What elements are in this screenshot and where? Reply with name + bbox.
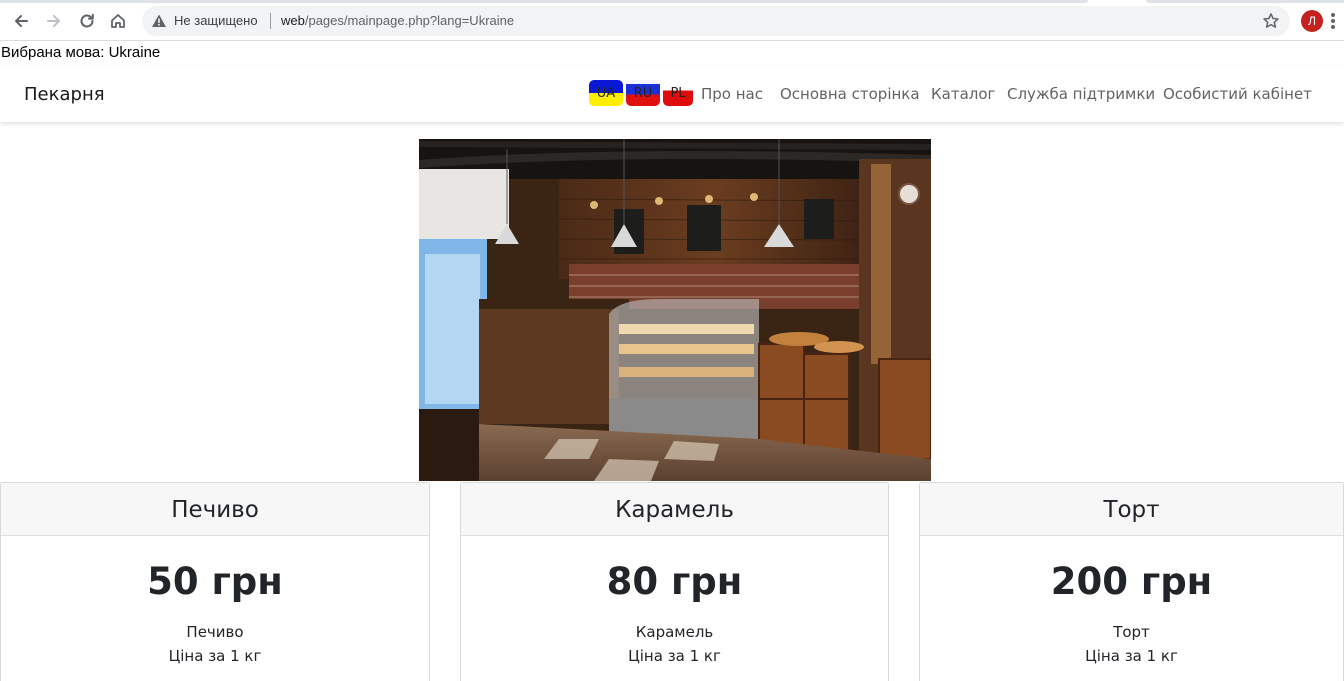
flag-ru-button[interactable]: RU <box>626 80 660 106</box>
back-icon[interactable] <box>9 9 33 33</box>
product-card-2: Торт 200 грн Торт Ціна за 1 кг <box>919 482 1344 681</box>
product-card-header: Торт <box>920 483 1343 536</box>
product-card-0: Печиво 50 грн Печиво Ціна за 1 кг <box>0 482 430 681</box>
nav-link-support[interactable]: Служба підтримки <box>1007 84 1155 104</box>
profile-avatar[interactable]: Л <box>1301 10 1323 32</box>
browser-menu-icon[interactable] <box>1331 13 1335 29</box>
product-card-header: Карамель <box>461 483 888 536</box>
home-icon[interactable] <box>106 9 130 33</box>
product-card-1: Карамель 80 грн Карамель Ціна за 1 кг <box>460 482 889 681</box>
tab-strip <box>0 0 1088 3</box>
selected-language-text: Вибрана мова: Ukraine <box>1 44 161 61</box>
flag-ua-button[interactable]: UA <box>589 80 623 106</box>
tab-strip-right <box>1146 0 1344 3</box>
product-card-header: Печиво <box>1 483 429 536</box>
product-price: 200 грн <box>1050 560 1213 603</box>
security-status[interactable]: Не защищено <box>174 13 258 29</box>
url-path: /pages/mainpage.php?lang=Ukraine <box>304 13 515 28</box>
bookmark-star-icon[interactable] <box>1262 12 1280 30</box>
nav-link-account[interactable]: Особистий кабінет <box>1163 84 1312 104</box>
product-unit-note: Ціна за 1 кг <box>168 647 262 665</box>
url-text[interactable]: web/pages/mainpage.php?lang=Ukraine <box>281 13 514 29</box>
product-name: Торт <box>1113 623 1150 641</box>
address-bar[interactable]: Не защищено web/pages/mainpage.php?lang=… <box>142 6 1290 36</box>
product-name: Печиво <box>186 623 244 641</box>
warning-icon[interactable] <box>151 13 167 29</box>
bakery-hero-image <box>419 139 931 481</box>
bakery-interior-illustration <box>419 139 931 481</box>
brand-logo-text[interactable]: Пекарня <box>24 84 105 106</box>
omnibox-divider <box>270 13 271 29</box>
nav-link-about[interactable]: Про нас <box>701 84 763 104</box>
product-price: 50 грн <box>147 560 283 603</box>
forward-icon[interactable] <box>42 9 66 33</box>
product-unit-note: Ціна за 1 кг <box>1085 647 1178 665</box>
url-host: web <box>281 13 305 28</box>
browser-toolbar: Не защищено web/pages/mainpage.php?lang=… <box>0 0 1344 41</box>
product-price: 80 грн <box>606 560 743 603</box>
product-name: Карамель <box>635 623 714 641</box>
nav-link-home[interactable]: Основна сторінка <box>780 84 920 104</box>
product-unit-note: Ціна за 1 кг <box>628 647 721 665</box>
nav-link-catalog[interactable]: Каталог <box>931 84 995 104</box>
flag-pl-button[interactable]: PL <box>663 80 693 106</box>
site-navbar: Пекарня UA RU PL Про нас Основна сторінк… <box>0 66 1344 122</box>
reload-icon[interactable] <box>75 9 99 33</box>
